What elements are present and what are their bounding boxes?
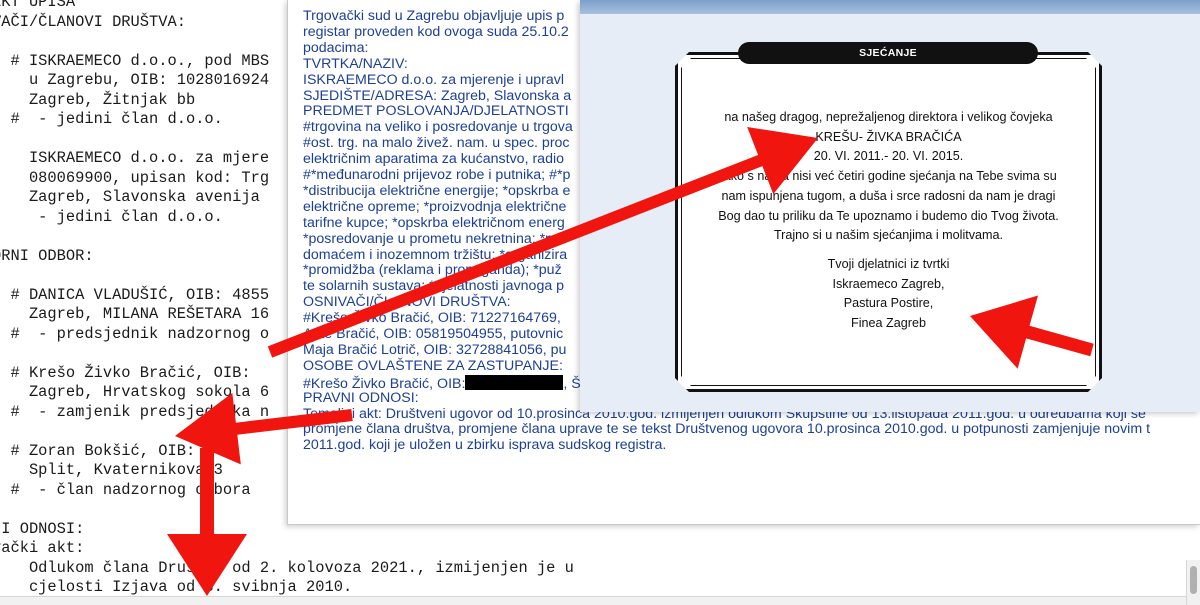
announcement-line: #trgovina na veliko i posredovanje u trg… xyxy=(303,119,573,136)
signature-line: Finea Zagreb xyxy=(851,316,926,331)
announcement-line: #*međunarodni prijevoz robe i putnika; #… xyxy=(303,167,571,183)
registry-line: Zagreb, MILANA REŠETARA 16 xyxy=(0,305,270,323)
registry-line: Zagreb, Žitnjak bb xyxy=(0,90,196,109)
registry-line: # ISKRAEMECO d.o.o., pod MBS xyxy=(0,51,270,70)
announcement-line: OSNIVAČI/ČLANOVI DRUŠTVA: xyxy=(303,294,511,311)
registry-line: cjelosti Izjava od 3. svibnja 2010. xyxy=(0,578,353,596)
announcement-line: podacima: xyxy=(303,39,369,56)
announcement-line: registar proveden kod ovoga suda 25.10.2 xyxy=(303,23,569,40)
announcement-line: ISKRAEMECO d.o.o. za mjerenje i upravl xyxy=(303,71,564,88)
announcement-line: Ante Bračić, OIB: 05819504955, putovnic xyxy=(303,326,564,342)
announcement-line: Maja Bračić Lotrič, OIB: 32728841056, pu xyxy=(303,341,567,358)
memorial-notice-panel: SJEĆANJE na našeg dragog, neprežaljenog … xyxy=(580,0,1200,412)
registry-line: # Zoran Bokšić, OIB: xyxy=(0,441,196,460)
registry-line: # Krešo Živko Bračić, OIB: xyxy=(0,363,251,382)
notice-line: Trajno si u našim sjećanjima i molitvama… xyxy=(773,228,1004,243)
notice-line: Bog dao tu priliku da Te upoznamo i bude… xyxy=(718,208,1059,223)
registry-line: # DANICA VLADUŠIĆ, OIB: 4855 xyxy=(0,285,270,304)
signature-line: Pastura Postire, xyxy=(843,296,934,311)
registry-line: - jedini član d.o.o. xyxy=(0,207,223,226)
announcement-line: *promidžba (reklama i propaganda); *puž xyxy=(303,262,562,279)
registry-line: # - zamjenik predsjednika n xyxy=(0,402,270,421)
notice-line: nam ispunjena tugom, a duša i srce rados… xyxy=(721,188,1056,203)
announcement-line: *posredovanje u prometu nekretnina; *pos xyxy=(303,230,569,247)
horizontal-scrollbar[interactable] xyxy=(0,596,1200,605)
registry-line: # - jedini član d.o.o. xyxy=(0,110,223,128)
header-band xyxy=(580,0,1200,14)
registry-line: Zagreb, Slavonska avenija xyxy=(0,188,260,206)
announcement-line: *distribucija električne energije; *opsk… xyxy=(303,182,571,199)
announcement-line: SJEDIŠTE/ADRESA: Zagreb, Slavonska a xyxy=(303,87,572,104)
announcement-line: Trgovački sud u Zagrebu objavljuje upis … xyxy=(303,8,565,24)
registry-line: Split, Kvaternikova 3 xyxy=(0,461,223,479)
announcement-line: domaćem i inozemnom tržištu; *organizira xyxy=(303,246,568,263)
announcement-line: PRAVNI ODNOSI: xyxy=(303,389,419,406)
registry-line: # - član nadzornog odbora xyxy=(0,480,251,499)
announcement-line: OSOBE OVLAŠTENE ZA ZASTUPANJE: xyxy=(303,357,563,374)
registry-line: ORNI ODBOR: xyxy=(0,246,94,265)
registry-line: # - predsjednik nadzornog o xyxy=(0,324,270,343)
registry-line: VAČI/ČLANOVI DRUŠTVA: xyxy=(0,12,186,31)
notice-text: na našeg dragog, neprežaljenog direktora… xyxy=(681,108,1096,334)
vertical-scrollbar[interactable] xyxy=(1186,560,1200,605)
announcement-line: #ost. trg. na malo živež. nam. u spec. p… xyxy=(303,135,570,152)
announcement-line: električnim aparatima za kućanstvo, radi… xyxy=(303,151,565,168)
registry-line: ISKRAEMECO d.o.o. za mjere xyxy=(0,149,270,167)
announcement-line: #Krešo-Živko Bračić, OIB: 71227164769, xyxy=(303,310,565,327)
registry-line: vački akt: xyxy=(0,539,85,557)
registry-line: EKT UPISA xyxy=(0,0,76,11)
announcement-line: te solarnih sustava; *djelatnosti javnog… xyxy=(303,278,565,295)
signature-line: Iskraemeco Zagreb, xyxy=(832,276,945,291)
notice-dates: 20. VI. 2011.- 20. VI. 2015. xyxy=(813,149,964,164)
notice-line: na našeg dragog, neprežaljenog direktora… xyxy=(724,110,1053,124)
registry-line: u Zagrebu, OIB: 1028016924 xyxy=(0,71,270,89)
announcement-line: 2011.god. koji je uložen u zbirku isprav… xyxy=(303,437,667,454)
registry-line: Zagreb, Hrvatskog sokola 6 xyxy=(0,383,270,401)
redaction-box xyxy=(465,374,564,390)
registry-line: NI ODNOSI: xyxy=(0,519,85,538)
announcement-line: PREDMET POSLOVANJA/DJELATNOSTI xyxy=(303,103,569,120)
notice-name: KREŠU- ŽIVKA BRAČIĆA xyxy=(815,129,962,144)
announcement-line: TVRTKA/NAZIV: xyxy=(303,55,408,72)
signature-line: Tvoji djelatnici iz tvrtki xyxy=(827,256,950,271)
announcement-line: promjene člana društva, promjene člana u… xyxy=(303,421,1151,438)
announcement-line: tarifne kupce; *opskrba električnom ener… xyxy=(303,214,565,231)
announcement-line: električne opreme; *proizvodnja električ… xyxy=(303,198,567,215)
registry-line: Odlukom člana Društva od 2. kolovoza 202… xyxy=(0,558,574,577)
notice-line: Iako s nama nisi već četiri godine sjeća… xyxy=(720,169,1057,184)
registry-line: 080069900, upisan kod: Trg xyxy=(0,168,270,187)
scrollbar-thumb[interactable] xyxy=(1190,566,1197,594)
notice-heading: SJEĆANJE xyxy=(738,42,1038,64)
